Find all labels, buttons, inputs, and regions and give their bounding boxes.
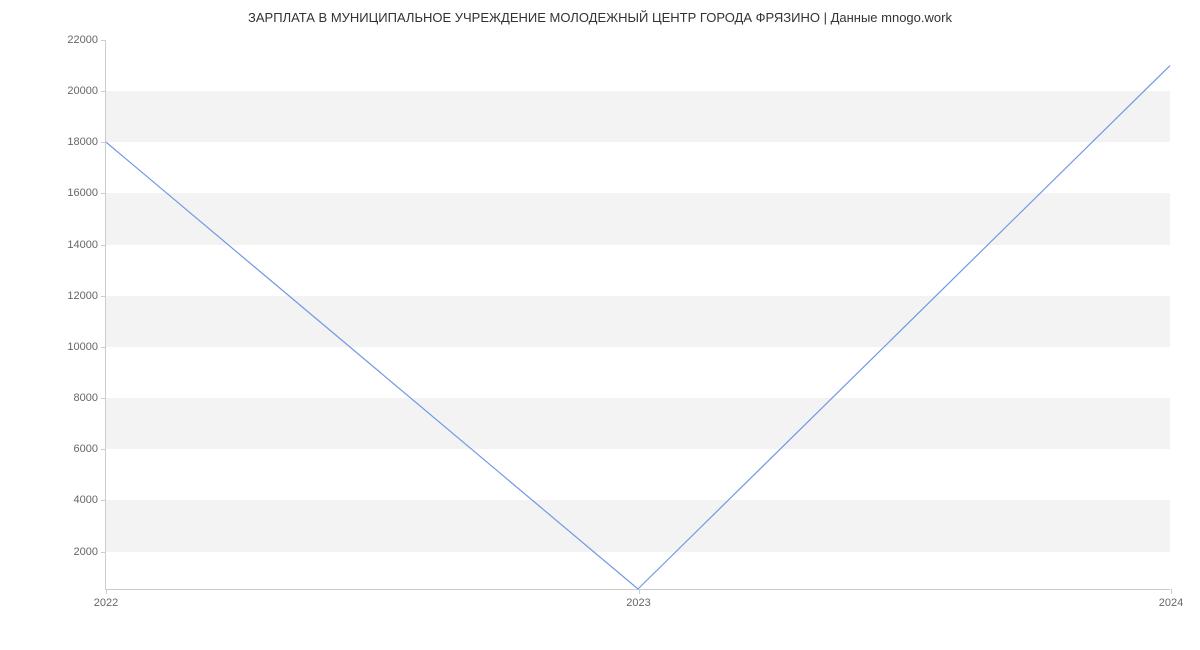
- y-tick-mark: [101, 347, 106, 348]
- y-tick-label: 22000: [67, 34, 98, 46]
- y-tick-label: 14000: [67, 239, 98, 251]
- y-tick-label: 20000: [67, 85, 98, 97]
- y-tick-mark: [101, 398, 106, 399]
- x-tick-label: 2023: [626, 597, 650, 609]
- plot-area: 2000400060008000100001200014000160001800…: [105, 40, 1170, 590]
- y-tick-mark: [101, 552, 106, 553]
- y-tick-label: 6000: [74, 443, 98, 455]
- y-tick-mark: [101, 296, 106, 297]
- y-tick-label: 8000: [74, 392, 98, 404]
- x-tick-mark: [106, 589, 107, 594]
- y-tick-mark: [101, 142, 106, 143]
- x-tick-label: 2024: [1159, 597, 1183, 609]
- chart-title: ЗАРПЛАТА В МУНИЦИПАЛЬНОЕ УЧРЕЖДЕНИЕ МОЛО…: [0, 10, 1200, 25]
- y-tick-mark: [101, 500, 106, 501]
- x-tick-mark: [1171, 589, 1172, 594]
- y-tick-mark: [101, 449, 106, 450]
- y-tick-label: 12000: [67, 290, 98, 302]
- y-tick-label: 16000: [67, 187, 98, 199]
- x-tick-label: 2022: [94, 597, 118, 609]
- chart-svg: [106, 40, 1170, 589]
- y-tick-mark: [101, 245, 106, 246]
- y-tick-label: 10000: [67, 341, 98, 353]
- y-tick-mark: [101, 91, 106, 92]
- x-tick-mark: [639, 589, 640, 594]
- series-line: [106, 66, 1170, 589]
- chart-container: ЗАРПЛАТА В МУНИЦИПАЛЬНОЕ УЧРЕЖДЕНИЕ МОЛО…: [0, 0, 1200, 650]
- y-tick-mark: [101, 40, 106, 41]
- y-tick-label: 2000: [74, 546, 98, 558]
- y-tick-label: 18000: [67, 136, 98, 148]
- y-tick-label: 4000: [74, 494, 98, 506]
- y-tick-mark: [101, 193, 106, 194]
